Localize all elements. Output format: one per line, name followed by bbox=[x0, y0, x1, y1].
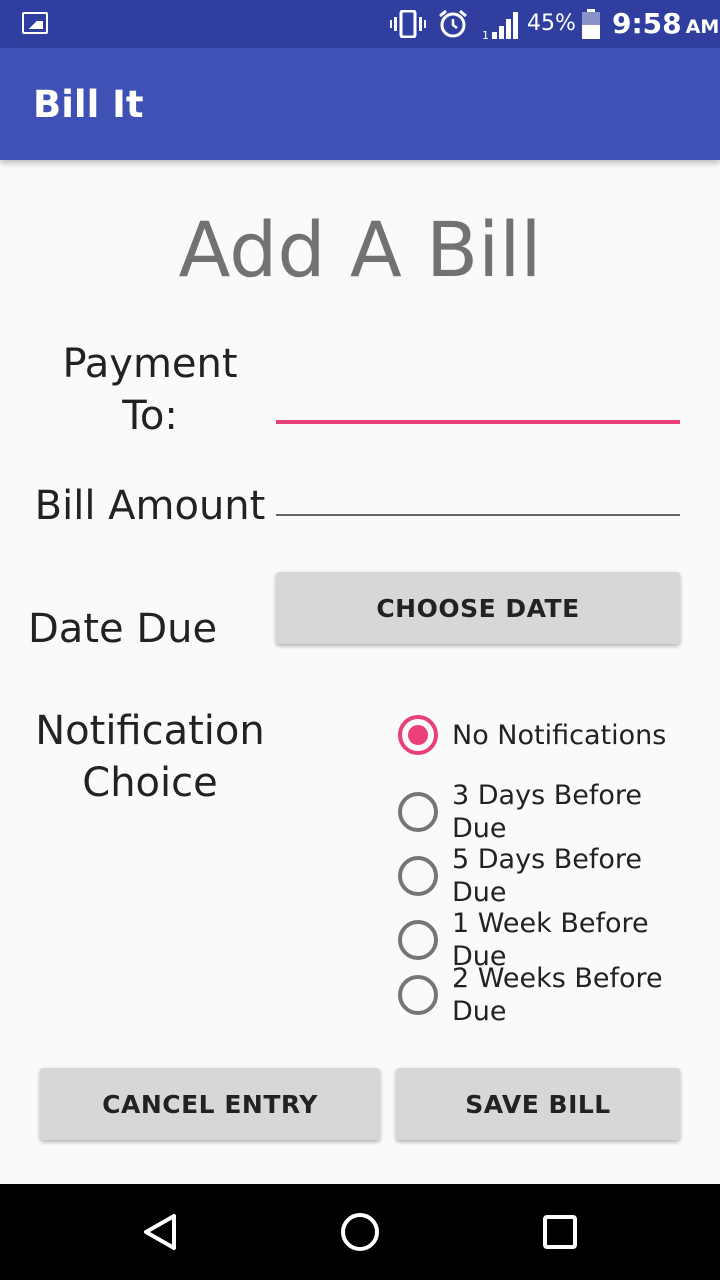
recent-apps-icon[interactable] bbox=[536, 1208, 584, 1256]
date-due-label: Date Due bbox=[28, 606, 218, 652]
payment-to-label: Payment To: bbox=[62, 341, 238, 439]
clock-time: 9:58 bbox=[612, 7, 682, 40]
radio-button[interactable] bbox=[398, 975, 438, 1015]
page-title: Add A Bill bbox=[178, 205, 542, 294]
notification-choice-label: Notification Choice bbox=[35, 708, 265, 806]
radio-label: 3 Days Before Due bbox=[452, 780, 643, 844]
signal-icon: 1 bbox=[482, 12, 518, 40]
clock: 9:58 AM bbox=[612, 6, 719, 45]
app-title: Bill It bbox=[33, 83, 144, 126]
battery-icon bbox=[582, 9, 600, 39]
radio-no-notifications[interactable]: No Notifications bbox=[398, 715, 698, 755]
bill-amount-input[interactable] bbox=[276, 462, 680, 516]
image-notification-icon bbox=[22, 12, 48, 34]
clock-ampm: AM bbox=[685, 16, 720, 38]
radio-label: 5 Days Before Due bbox=[452, 844, 643, 908]
radio-label: No Notifications bbox=[452, 719, 667, 751]
app-bar: Bill It bbox=[0, 48, 720, 160]
radio-2-weeks-before[interactable]: 2 Weeks Before Due bbox=[398, 962, 698, 1028]
svg-text:1: 1 bbox=[482, 29, 489, 40]
radio-3-days-before[interactable]: 3 Days Before Due bbox=[398, 779, 698, 845]
save-bill-button[interactable]: SAVE BILL bbox=[396, 1068, 680, 1140]
status-bar: 1 45% 9:58 AM bbox=[0, 0, 720, 48]
navigation-bar bbox=[0, 1184, 720, 1280]
choose-date-button[interactable]: CHOOSE DATE bbox=[276, 572, 680, 644]
battery-percent: 45% bbox=[527, 11, 576, 36]
back-icon[interactable] bbox=[136, 1208, 184, 1256]
radio-5-days-before[interactable]: 5 Days Before Due bbox=[398, 843, 698, 909]
radio-button[interactable] bbox=[398, 856, 438, 896]
payment-to-input[interactable] bbox=[276, 370, 680, 424]
radio-button[interactable] bbox=[398, 920, 438, 960]
alarm-icon bbox=[439, 9, 467, 38]
radio-button[interactable] bbox=[398, 792, 438, 832]
cancel-entry-button[interactable]: CANCEL ENTRY bbox=[40, 1068, 380, 1140]
home-icon[interactable] bbox=[336, 1208, 384, 1256]
vibrate-icon bbox=[390, 10, 426, 38]
radio-button-checked[interactable] bbox=[398, 715, 438, 755]
bill-amount-label: Bill Amount bbox=[34, 483, 266, 529]
radio-label: 2 Weeks Before Due bbox=[452, 963, 663, 1027]
